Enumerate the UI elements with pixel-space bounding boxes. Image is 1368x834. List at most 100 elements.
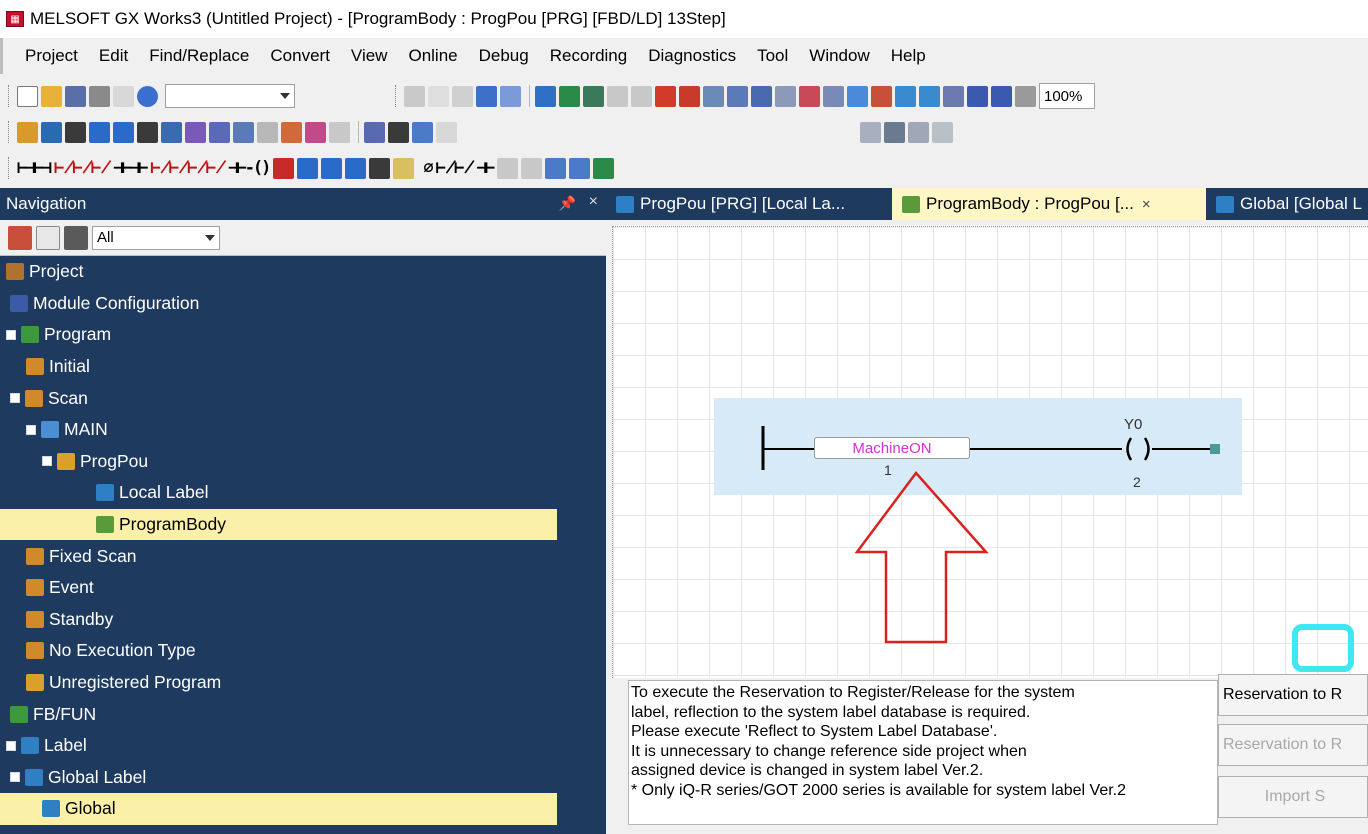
comment-icon[interactable] <box>113 121 134 143</box>
cross-reference-icon[interactable] <box>847 85 868 107</box>
reservation-register-button[interactable]: Reservation to R <box>1218 674 1368 716</box>
find-device-icon[interactable] <box>388 121 409 143</box>
invert-icon[interactable]: ⌀ <box>423 158 433 178</box>
menu-recording[interactable]: Recording <box>550 46 628 66</box>
function-block-icon[interactable] <box>273 157 295 179</box>
display-format-icon[interactable] <box>257 121 278 143</box>
tree-view-icon[interactable] <box>36 225 60 250</box>
read-plc-icon[interactable] <box>535 85 556 107</box>
coil-device-label[interactable]: Y0 <box>1124 416 1142 433</box>
bus-icon[interactable] <box>369 157 391 179</box>
fall-icon[interactable]: ⊣⊢ <box>477 158 496 178</box>
tree-item-unregistered-program[interactable]: Unregistered Program <box>0 667 606 699</box>
zoom-fit-icon[interactable] <box>1015 85 1036 107</box>
pulse-contact-icon[interactable]: ⊣⊢⊣⊢ <box>113 158 148 178</box>
rise-icon[interactable]: ⊬⊬ <box>436 158 475 178</box>
tree-item-fixed-scan[interactable]: Fixed Scan <box>0 540 606 572</box>
rung-selection[interactable] <box>714 398 1242 495</box>
open-folder-icon[interactable] <box>41 85 62 107</box>
tree-item-global[interactable]: Global <box>0 793 557 825</box>
menu-window[interactable]: Window <box>809 46 869 66</box>
zoom-out-icon[interactable] <box>991 85 1012 107</box>
tree-item-global-label[interactable]: Global Label <box>0 762 606 794</box>
device-read-icon[interactable] <box>655 85 676 107</box>
note-icon[interactable] <box>161 121 182 143</box>
tab-local-label[interactable]: ProgPou [PRG] [Local La... <box>606 188 892 220</box>
watch-icon[interactable] <box>727 85 748 107</box>
rebuild-icon[interactable] <box>65 121 86 143</box>
find-icon[interactable] <box>895 85 916 107</box>
expand-toggle-icon[interactable] <box>6 329 16 340</box>
tree-item-project[interactable]: Project <box>0 256 606 288</box>
label-icon[interactable] <box>89 121 110 143</box>
print-icon[interactable] <box>89 85 110 107</box>
label-insert-icon[interactable] <box>345 157 367 179</box>
comment-insert-icon[interactable] <box>393 157 415 179</box>
tree-item-no-execution-type[interactable]: No Execution Type <box>0 635 606 667</box>
tab-global[interactable]: Global [Global L <box>1206 188 1368 220</box>
device-view-icon[interactable] <box>233 121 254 143</box>
filter-select[interactable]: All <box>92 225 220 250</box>
redo-icon[interactable] <box>500 85 521 107</box>
device-dev-icon[interactable] <box>185 121 206 143</box>
jump-icon[interactable] <box>943 85 964 107</box>
replace-icon[interactable] <box>919 85 940 107</box>
device-switch-icon[interactable] <box>545 157 567 179</box>
operation-icon[interactable] <box>297 157 319 179</box>
tree-item-event[interactable]: Event <box>0 572 606 604</box>
close-contact-icon[interactable]: ⊬⊬⊬ <box>54 158 111 178</box>
monitor-stop-icon[interactable] <box>631 85 652 107</box>
convert-icon[interactable] <box>17 121 38 143</box>
tree-item-main[interactable]: MAIN <box>0 414 606 446</box>
monitor-start-icon[interactable] <box>607 85 628 107</box>
expand-toggle-icon[interactable] <box>42 456 52 467</box>
tree-item-program[interactable]: Program <box>0 319 606 351</box>
menu-diagnostics[interactable]: Diagnostics <box>648 46 736 66</box>
simulation-stop-icon[interactable] <box>823 85 844 107</box>
toolbar-combo[interactable] <box>165 84 295 108</box>
tree-item-initial[interactable]: Initial <box>0 351 606 383</box>
reserve-icon[interactable] <box>329 121 350 143</box>
copy-icon[interactable] <box>428 85 449 107</box>
tree-item-local-label[interactable]: Local Label <box>0 477 606 509</box>
convert-all-icon[interactable] <box>41 121 62 143</box>
menu-view[interactable]: View <box>351 46 388 66</box>
context-help-icon[interactable] <box>113 85 134 107</box>
device-list-icon[interactable] <box>871 85 892 107</box>
tree-item-scan[interactable]: Scan <box>0 382 606 414</box>
device-label-icon[interactable] <box>209 121 230 143</box>
window-cascade-icon[interactable] <box>908 121 929 143</box>
tree-item-progpou[interactable]: ProgPou <box>0 446 606 478</box>
tree-item-module-configuration[interactable]: Module Configuration <box>0 288 606 320</box>
undo-icon[interactable] <box>476 85 497 107</box>
zoom-in-icon[interactable] <box>967 85 988 107</box>
tree-item-standby[interactable]: Standby <box>0 604 606 636</box>
device-memory-icon[interactable] <box>364 121 385 143</box>
gear-icon[interactable] <box>64 225 88 250</box>
contact-label-box[interactable]: MachineON <box>814 437 970 459</box>
close-icon[interactable]: × <box>589 193 598 211</box>
new-file-icon[interactable] <box>17 85 38 107</box>
instruction-icon[interactable] <box>321 157 343 179</box>
reservation-release-button[interactable]: Reservation to R <box>1218 724 1368 766</box>
toolbar-grip[interactable] <box>8 85 11 107</box>
tree-item-label[interactable]: Label <box>0 730 606 762</box>
menu-online[interactable]: Online <box>408 46 457 66</box>
menu-debug[interactable]: Debug <box>479 46 529 66</box>
window-layout-icon[interactable] <box>860 121 881 143</box>
line-draw-icon[interactable] <box>497 157 519 179</box>
expand-toggle-icon[interactable] <box>10 772 20 783</box>
inverse-contact-icon[interactable]: ⊬⊬⊬⊬ <box>150 158 226 178</box>
menu-project[interactable]: Project <box>25 46 78 66</box>
register-watch-icon[interactable] <box>751 85 772 107</box>
menu-help[interactable]: Help <box>891 46 926 66</box>
pin-icon[interactable]: 📌 <box>559 195 576 212</box>
window-tile-icon[interactable] <box>884 121 905 143</box>
window-list-icon[interactable] <box>932 121 953 143</box>
tree-item-fb-fun[interactable]: FB/FUN <box>0 698 606 730</box>
statement-icon[interactable] <box>137 121 158 143</box>
menu-edit[interactable]: Edit <box>99 46 128 66</box>
guided-edit-icon[interactable] <box>593 157 615 179</box>
zoom-field[interactable]: 100% <box>1039 83 1095 109</box>
expand-toggle-icon[interactable] <box>6 740 16 751</box>
